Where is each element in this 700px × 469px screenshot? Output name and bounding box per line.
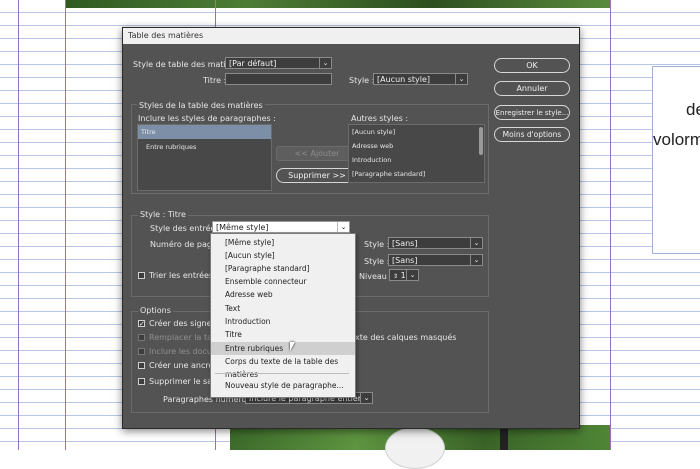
dialog-title: Table des matières	[128, 31, 204, 40]
toc-style-value: [Par défaut]	[229, 59, 277, 68]
stepper-icon: ⇕	[393, 273, 399, 280]
anchor-checkbox[interactable]	[138, 362, 145, 369]
fewer-options-button[interactable]: Moins d'options	[494, 127, 570, 142]
level-select[interactable]: ⇕ 1 ⌄	[389, 269, 419, 281]
chevron-down-icon: ⌄	[319, 58, 331, 68]
dropdown-item-hovered[interactable]: Entre rubriques	[211, 342, 355, 355]
dropdown-item[interactable]: [Paragraphe standard]	[211, 262, 355, 275]
chevron-down-icon: ⌄	[470, 255, 482, 265]
dropdown-separator	[215, 373, 349, 374]
dropdown-item[interactable]: Text	[211, 302, 355, 315]
toc-styles-group-label: Styles de la table des matières	[137, 101, 265, 110]
dropdown-item[interactable]: Adresse web	[211, 288, 355, 301]
other-styles-label: Autres styles :	[351, 114, 409, 123]
ok-button[interactable]: OK	[494, 58, 570, 73]
add-button[interactable]: << Ajouter	[276, 146, 358, 161]
options-section-label: Options	[138, 306, 173, 315]
list-item[interactable]: Introduction	[352, 156, 391, 164]
dropdown-item[interactable]: Ensemble connecteur	[211, 275, 355, 288]
other-styles-list[interactable]: [Aucun style] Adresse web Introduction […	[348, 124, 485, 183]
toc-style-select[interactable]: [Par défaut] ⌄	[225, 57, 332, 69]
photo-top-strip	[65, 0, 610, 8]
dropdown-item[interactable]: Titre	[211, 328, 355, 341]
golf-ball-image	[385, 427, 445, 469]
selected-row-highlight	[138, 125, 271, 139]
dropdown-item[interactable]: [Aucun style]	[211, 249, 355, 262]
separator-style-label: Style :	[364, 257, 390, 266]
cancel-button[interactable]: Annuler	[494, 81, 570, 96]
entry-style-section-label: Style : Titre	[138, 210, 188, 219]
entry-style-value: [Même style]	[216, 223, 269, 232]
included-styles-list[interactable]: Titre Entre rubriques	[137, 124, 272, 191]
save-style-button[interactable]: Enregistrer le style...	[494, 105, 570, 120]
list-item[interactable]: [Aucun style]	[352, 128, 395, 136]
remove-button[interactable]: Supprimer >>	[276, 168, 358, 183]
background-text: de	[686, 100, 700, 119]
chevron-down-icon: ⌄	[470, 238, 482, 248]
remove-break-checkbox[interactable]	[138, 378, 145, 385]
list-item[interactable]: Titre	[141, 128, 156, 136]
hidden-layers-label: xte des calques masqués	[355, 333, 457, 342]
dropdown-item[interactable]: [Même style]	[211, 236, 355, 249]
scrollbar-thumb[interactable]	[479, 127, 483, 155]
level-value: 1	[400, 271, 406, 280]
dialog-titlebar[interactable]: Table des matières	[123, 28, 579, 44]
style-label: Style :	[349, 76, 375, 85]
separator-style-value: [Sans]	[392, 256, 418, 265]
bookmarks-checkbox[interactable]: ✓	[138, 320, 145, 328]
chevron-down-icon: ⌄	[406, 270, 418, 280]
column-guide	[65, 0, 66, 450]
text-frame	[652, 66, 700, 254]
entry-style-select[interactable]: [Même style] ⌄	[212, 221, 350, 233]
mouse-cursor-icon	[290, 342, 295, 351]
chevron-down-icon: ⌄	[455, 74, 467, 84]
include-docs-checkbox[interactable]	[138, 348, 145, 355]
dropdown-item[interactable]: Introduction	[211, 315, 355, 328]
title-input[interactable]	[225, 73, 332, 85]
dropdown-item[interactable]: Corps du texte de la table des matières	[211, 355, 355, 379]
list-item[interactable]: Adresse web	[352, 142, 393, 150]
new-paragraph-style-item[interactable]: Nouveau style de paragraphe...	[211, 379, 355, 392]
separator-style-select[interactable]: [Sans] ⌄	[388, 254, 483, 266]
level-label: Niveau :	[359, 272, 393, 281]
replace-toc-checkbox[interactable]	[138, 334, 145, 341]
column-guide	[610, 0, 611, 450]
background-text: volorm	[653, 130, 700, 149]
list-item[interactable]: Entre rubriques	[146, 143, 196, 151]
page-number-style-select[interactable]: [Sans] ⌄	[388, 237, 483, 249]
title-label: Titre :	[203, 76, 227, 85]
style-value: [Aucun style]	[377, 75, 431, 84]
style-select[interactable]: [Aucun style] ⌄	[373, 73, 468, 85]
column-guide	[18, 0, 19, 450]
chevron-down-icon: ⌄	[360, 393, 372, 403]
sort-entries-checkbox[interactable]	[138, 272, 145, 279]
chevron-down-icon: ⌄	[337, 222, 349, 232]
include-styles-label: Inclure les styles de paragraphes :	[138, 114, 276, 123]
page-number-style-value: [Sans]	[392, 239, 418, 248]
entry-style-dropdown-menu: [Même style] [Aucun style] [Paragraphe s…	[210, 233, 356, 398]
list-item[interactable]: [Paragraphe standard]	[352, 170, 425, 178]
page-number-style-label: Style :	[364, 240, 390, 249]
